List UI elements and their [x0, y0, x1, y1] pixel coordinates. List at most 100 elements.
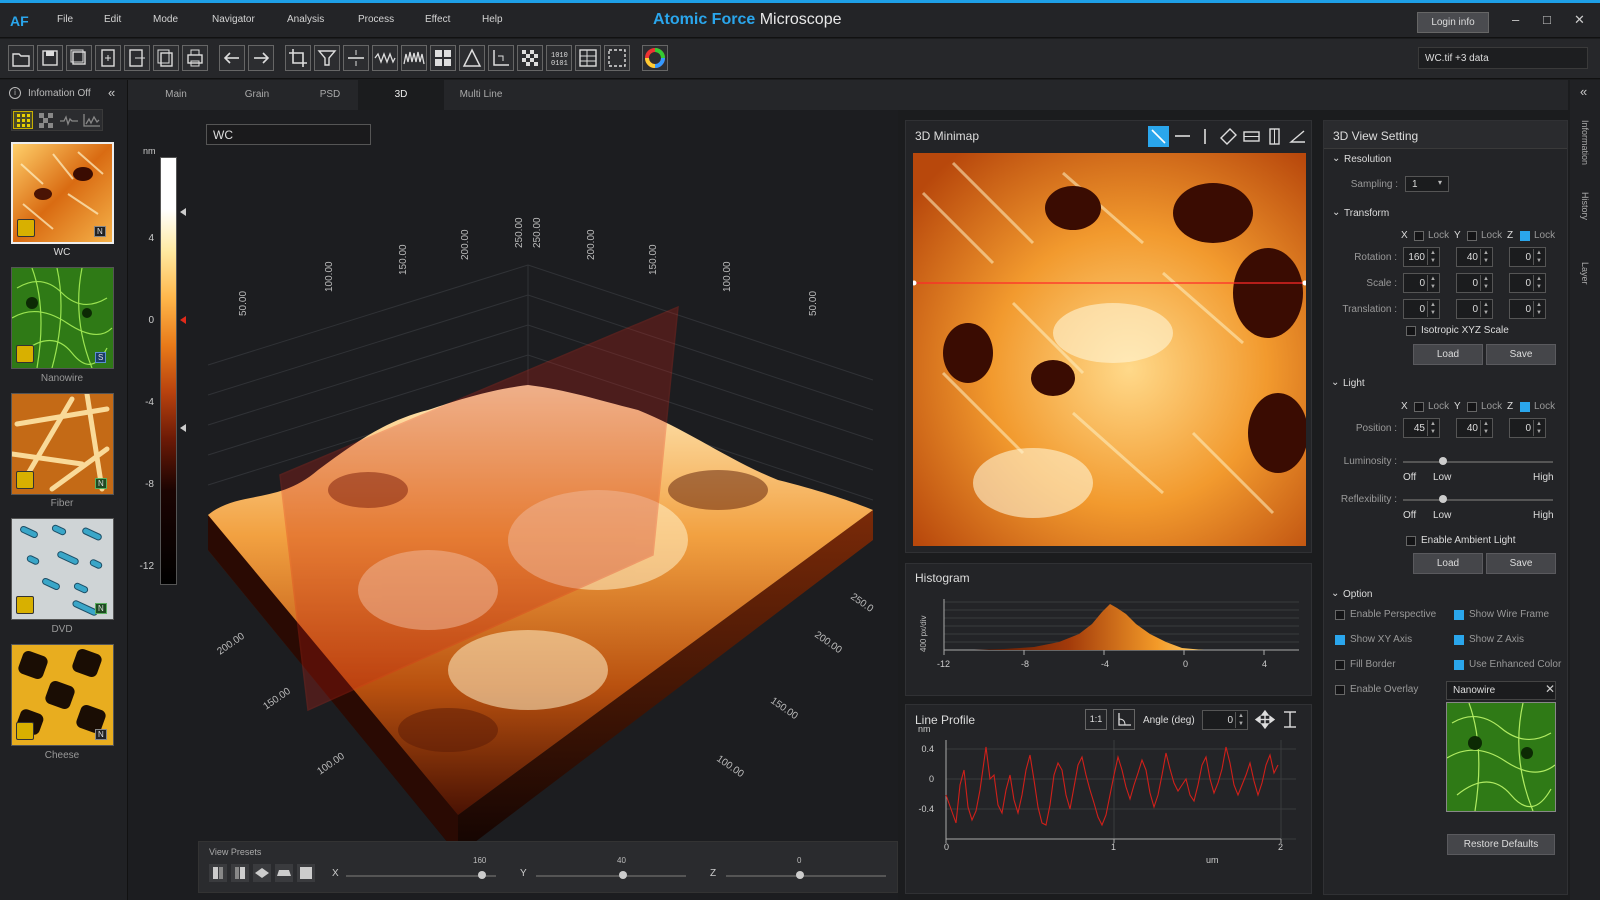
spin-arrows-icon[interactable]: ▲ ▼	[1533, 420, 1544, 436]
option-checkbox[interactable]	[1335, 635, 1345, 645]
mosaic-view-icon[interactable]	[36, 111, 56, 129]
redo-icon[interactable]	[248, 45, 274, 71]
3d-viewport[interactable]: 50.00 100.00 150.00 200.00 250.00 250.00…	[128, 110, 898, 900]
minimize-icon[interactable]: –	[1512, 12, 1519, 27]
slider-x-track[interactable]	[346, 875, 496, 877]
open-icon[interactable]	[8, 45, 34, 71]
aspect-ratio-button[interactable]: 1:1	[1085, 709, 1107, 730]
spectrum-icon[interactable]	[401, 45, 427, 71]
spin-arrows-icon[interactable]: ▲ ▼	[1533, 301, 1544, 317]
menu-file[interactable]: File	[57, 14, 73, 25]
save-all-icon[interactable]	[66, 45, 92, 71]
vertical-fit-icon[interactable]	[1279, 709, 1301, 730]
option-checkbox[interactable]	[1454, 635, 1464, 645]
login-info-button[interactable]: Login info	[1417, 12, 1489, 33]
tab-main[interactable]: Main	[141, 80, 211, 110]
binary-icon[interactable]: 1010 0101	[546, 45, 572, 71]
colorbar-max-handle[interactable]	[180, 208, 186, 216]
close-icon[interactable]: ✕	[1574, 12, 1585, 28]
close-icon[interactable]: ✕	[1545, 682, 1555, 696]
side-tab-history[interactable]: History	[1580, 192, 1590, 220]
preset-front-icon[interactable]	[275, 864, 293, 882]
vertical-line-tool-icon[interactable]	[1195, 126, 1216, 147]
angle-spinbox[interactable]: 0 ▲ ▼	[1202, 710, 1248, 730]
axis-icon[interactable]	[488, 45, 514, 71]
spin-arrows-icon[interactable]: ▲ ▼	[1427, 301, 1438, 317]
grid-add-icon[interactable]	[430, 45, 456, 71]
preset-top-icon[interactable]	[253, 864, 271, 882]
colorbar-min-handle[interactable]	[180, 424, 186, 432]
light-position-spinbox[interactable]: 45 ▲ ▼	[1403, 418, 1440, 438]
option-checkbox[interactable]	[1454, 660, 1464, 670]
side-tab-layer[interactable]: Layer	[1580, 262, 1590, 285]
thumbnail-cheese[interactable]: N	[11, 644, 114, 746]
grid-view-icon[interactable]	[13, 111, 33, 129]
spin-arrows-icon[interactable]: ▲ ▼	[1480, 420, 1491, 436]
scale-spinbox[interactable]: 0 ▲ ▼	[1509, 273, 1546, 293]
chart-view-icon[interactable]	[82, 111, 102, 129]
new-icon[interactable]	[95, 45, 121, 71]
print-icon[interactable]	[182, 45, 208, 71]
preset-flat-icon[interactable]	[297, 864, 315, 882]
light-lock-checkbox[interactable]	[1520, 402, 1530, 412]
thumbnail-wc[interactable]: N	[11, 142, 114, 244]
spin-arrows-icon[interactable]: ▲ ▼	[1427, 275, 1438, 291]
move-tool-icon[interactable]	[1254, 709, 1276, 730]
option-checkbox[interactable]	[1335, 660, 1345, 670]
menu-help[interactable]: Help	[482, 14, 503, 25]
slider-y-track[interactable]	[536, 875, 686, 877]
tab-multi-line[interactable]: Multi Line	[448, 80, 514, 110]
isotropic-checkbox[interactable]	[1406, 326, 1416, 336]
rotation-spinbox[interactable]: 160 ▲ ▼	[1403, 247, 1440, 267]
thumbnail-dvd[interactable]: N	[11, 518, 114, 620]
spin-arrows-icon[interactable]: ▲ ▼	[1427, 249, 1438, 265]
transform-lock-checkbox[interactable]	[1414, 231, 1424, 241]
vertical-band-tool-icon[interactable]	[1264, 126, 1285, 147]
spin-arrows-icon[interactable]: ▲ ▼	[1480, 275, 1491, 291]
reflexibility-track[interactable]	[1403, 499, 1553, 501]
info-toggle-label[interactable]: Infomation Off	[28, 88, 91, 99]
light-lock-checkbox[interactable]	[1467, 402, 1477, 412]
option-checkbox[interactable]	[1335, 610, 1345, 620]
scale-spinbox[interactable]: 0 ▲ ▼	[1456, 273, 1493, 293]
expand-panel-icon[interactable]: «	[1580, 84, 1587, 99]
collapse-panel-icon[interactable]: «	[108, 85, 115, 100]
dataset-name-input[interactable]: WC	[206, 124, 371, 145]
transform-load-button[interactable]: Load	[1413, 344, 1483, 365]
crop-icon[interactable]	[285, 45, 311, 71]
option-checkbox[interactable]	[1454, 610, 1464, 620]
light-position-spinbox[interactable]: 0 ▲ ▼	[1509, 418, 1546, 438]
preset-left-icon[interactable]	[209, 864, 227, 882]
triangle-icon[interactable]	[459, 45, 485, 71]
3d-surface-render[interactable]: 50.00 100.00 150.00 200.00 250.00 250.00…	[128, 110, 898, 900]
thumbnail-nanowire[interactable]: S	[11, 267, 114, 369]
resolution-header[interactable]: Resolution	[1344, 154, 1391, 165]
horizontal-band-tool-icon[interactable]	[1241, 126, 1262, 147]
flatten-icon[interactable]	[343, 45, 369, 71]
sampling-select[interactable]: 1 ▾	[1405, 176, 1449, 192]
minimap-image[interactable]	[911, 153, 1308, 546]
rotation-spinbox[interactable]: 0 ▲ ▼	[1509, 247, 1546, 267]
export-icon[interactable]	[124, 45, 150, 71]
menu-process[interactable]: Process	[358, 14, 394, 25]
scale-spinbox[interactable]: 0 ▲ ▼	[1403, 273, 1440, 293]
transform-save-button[interactable]: Save	[1486, 344, 1556, 365]
color-wheel-icon[interactable]	[642, 45, 668, 71]
light-lock-checkbox[interactable]	[1414, 402, 1424, 412]
tab-grain[interactable]: Grain	[222, 80, 292, 110]
transform-lock-checkbox[interactable]	[1467, 231, 1477, 241]
diagonal-line-tool-icon[interactable]	[1148, 126, 1169, 147]
tab-psd[interactable]: PSD	[295, 80, 365, 110]
chevron-down-icon[interactable]: ⌄	[1332, 153, 1340, 164]
chevron-down-icon[interactable]: ⌄	[1332, 207, 1340, 218]
chevron-down-icon[interactable]: ⌄	[1331, 588, 1339, 599]
spin-arrows-icon[interactable]: ▲ ▼	[1235, 712, 1246, 728]
transform-header[interactable]: Transform	[1344, 208, 1389, 219]
side-tab-information[interactable]: Information	[1580, 120, 1590, 165]
spin-arrows-icon[interactable]: ▲ ▼	[1533, 275, 1544, 291]
wave-icon[interactable]	[372, 45, 398, 71]
light-header[interactable]: Light	[1343, 378, 1365, 389]
diagonal-band-tool-icon[interactable]	[1218, 126, 1239, 147]
light-position-spinbox[interactable]: 40 ▲ ▼	[1456, 418, 1493, 438]
light-load-button[interactable]: Load	[1413, 553, 1483, 574]
